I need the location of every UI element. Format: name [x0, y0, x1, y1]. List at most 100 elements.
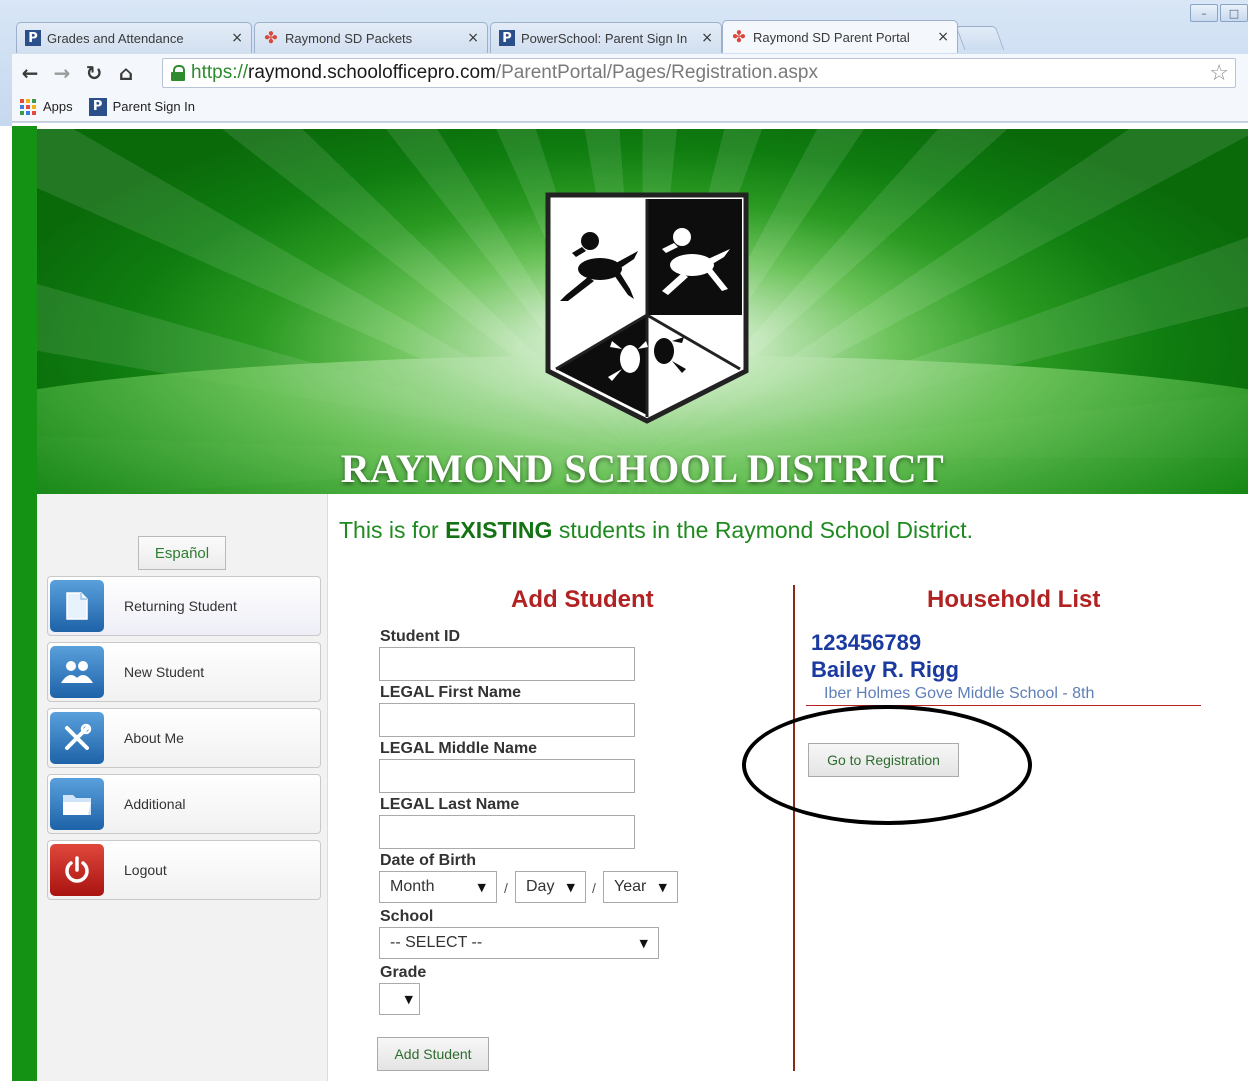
close-icon[interactable]: × — [937, 29, 949, 45]
notice-text: This is for — [339, 517, 446, 543]
bookmark-star-icon[interactable]: ☆ — [1209, 61, 1229, 86]
select-value: Year — [614, 878, 647, 895]
nav-new-student[interactable]: New Student — [47, 642, 321, 702]
household-school-grade: Iber Holmes Gove Middle School - 8th — [824, 685, 1095, 702]
p-icon: P — [499, 30, 515, 46]
pinwheel-icon: ✤ — [264, 28, 278, 47]
p-icon: P — [88, 97, 107, 116]
forward-icon[interactable]: → — [48, 59, 76, 87]
select-value: Month — [390, 878, 435, 895]
people-icon — [50, 646, 104, 698]
close-icon[interactable]: × — [467, 30, 479, 46]
date-separator: / — [592, 880, 596, 896]
home-icon[interactable]: ⌂ — [112, 59, 140, 87]
add-student-heading: Add Student — [511, 586, 654, 613]
district-crest-logo — [545, 192, 749, 424]
bookmark-apps[interactable]: Apps — [20, 98, 73, 115]
dob-day-select[interactable]: Day ▼ — [515, 871, 586, 903]
document-icon — [50, 580, 104, 632]
nav-label: Additional — [124, 796, 186, 812]
address-bar[interactable]: https://raymond.schoolofficepro.com/Pare… — [162, 58, 1236, 88]
nav-label: Logout — [124, 862, 167, 878]
nav-label: About Me — [124, 730, 184, 746]
dropdown-arrow-icon: ▼ — [566, 880, 575, 894]
tab-title: Raymond SD Packets — [285, 30, 413, 46]
browser-chrome: – □ P Grades and Attendance × ✤ Raymond … — [0, 0, 1248, 126]
school-label: School — [380, 908, 434, 925]
dropdown-arrow-icon: ▼ — [404, 992, 413, 1006]
school-select[interactable]: -- SELECT -- ▼ — [379, 927, 659, 959]
grade-select[interactable]: ▼ — [379, 983, 420, 1015]
bookmark-parent-sign-in[interactable]: P Parent Sign In — [88, 97, 196, 116]
district-name: RAYMOND SCHOOL DISTRICT — [340, 446, 945, 491]
nav-logout[interactable]: Logout — [47, 840, 321, 900]
select-value: Day — [526, 878, 555, 895]
left-green-strip — [12, 126, 37, 1081]
select-value: -- SELECT -- — [390, 934, 483, 951]
url-path: /ParentPortal/Pages/Registration.aspx — [495, 62, 818, 83]
tab-title: Grades and Attendance — [47, 30, 184, 46]
grade-label: Grade — [380, 964, 427, 981]
tab-grades-attendance[interactable]: P Grades and Attendance × — [16, 22, 252, 53]
household-list-heading: Household List — [927, 586, 1101, 613]
first-name-label: LEGAL First Name — [380, 684, 522, 701]
notice-text: students in the Raymond School District. — [552, 517, 974, 543]
dob-label: Date of Birth — [380, 852, 476, 869]
dob-year-select[interactable]: Year ▼ — [603, 871, 678, 903]
apps-grid-icon — [20, 98, 36, 115]
espanol-button[interactable]: Español — [138, 536, 226, 570]
pinwheel-icon: ✤ — [732, 27, 746, 46]
household-student-name: Bailey R. Rigg — [811, 657, 959, 682]
tab-parent-portal[interactable]: ✤ Raymond SD Parent Portal × — [722, 20, 958, 53]
last-name-input[interactable] — [379, 815, 635, 849]
reload-icon[interactable]: ↻ — [80, 59, 108, 87]
close-icon[interactable]: × — [231, 30, 243, 46]
lock-icon — [171, 65, 185, 81]
dob-month-select[interactable]: Month ▼ — [379, 871, 497, 903]
last-name-label: LEGAL Last Name — [380, 796, 520, 813]
nav-additional[interactable]: Additional — [47, 774, 321, 834]
nav-label: Returning Student — [124, 598, 237, 614]
district-banner: RAYMOND SCHOOL DISTRICT — [37, 129, 1248, 494]
tab-title: Raymond SD Parent Portal — [753, 29, 910, 45]
add-student-button[interactable]: Add Student — [377, 1037, 489, 1071]
household-student-id: 123456789 — [811, 630, 922, 655]
dropdown-arrow-icon: ▼ — [639, 936, 648, 950]
tab-strip: P Grades and Attendance × ✤ Raymond SD P… — [16, 20, 1016, 53]
folder-icon — [50, 778, 104, 830]
tab-powerschool[interactable]: P PowerSchool: Parent Sign In × — [490, 22, 722, 53]
highlight-circle-annotation — [742, 705, 1032, 825]
bookmarks-bar: Apps P Parent Sign In — [12, 92, 1248, 122]
tab-raymond-packets[interactable]: ✤ Raymond SD Packets × — [254, 22, 488, 53]
bookmark-label: Apps — [43, 99, 73, 114]
maximize-icon[interactable]: □ — [1220, 4, 1248, 22]
nav-about-me[interactable]: About Me — [47, 708, 321, 768]
url-text: https://raymond.schoolofficepro.com/Pare… — [191, 62, 818, 84]
dropdown-arrow-icon: ▼ — [477, 880, 486, 894]
dropdown-arrow-icon: ▼ — [658, 880, 667, 894]
back-icon[interactable]: ← — [16, 59, 44, 87]
url-scheme: https:// — [191, 62, 249, 83]
date-separator: / — [504, 880, 508, 896]
tab-title: PowerSchool: Parent Sign In — [521, 30, 688, 46]
column-divider — [793, 585, 795, 1071]
window-controls: – □ — [1188, 4, 1248, 22]
middle-name-input[interactable] — [379, 759, 635, 793]
tools-icon — [50, 712, 104, 764]
notice-emphasis: EXISTING — [445, 517, 553, 543]
close-icon[interactable]: × — [701, 30, 713, 46]
power-icon — [50, 844, 104, 896]
new-tab-button[interactable] — [955, 26, 1005, 50]
student-id-input[interactable] — [379, 647, 635, 681]
p-icon: P — [25, 30, 41, 46]
first-name-input[interactable] — [379, 703, 635, 737]
nav-returning-student[interactable]: Returning Student — [47, 576, 321, 636]
minimize-icon[interactable]: – — [1190, 4, 1218, 22]
middle-name-label: LEGAL Middle Name — [380, 740, 538, 757]
nav-label: New Student — [124, 664, 205, 680]
student-id-label: Student ID — [380, 628, 460, 645]
toolbar: ← → ↻ ⌂ https://raymond.schoolofficepro.… — [12, 54, 1248, 92]
existing-students-notice: This is for EXISTING students in the Ray… — [339, 517, 973, 544]
bookmark-label: Parent Sign In — [112, 99, 196, 114]
url-host: raymond.schoolofficepro.com — [248, 62, 496, 83]
